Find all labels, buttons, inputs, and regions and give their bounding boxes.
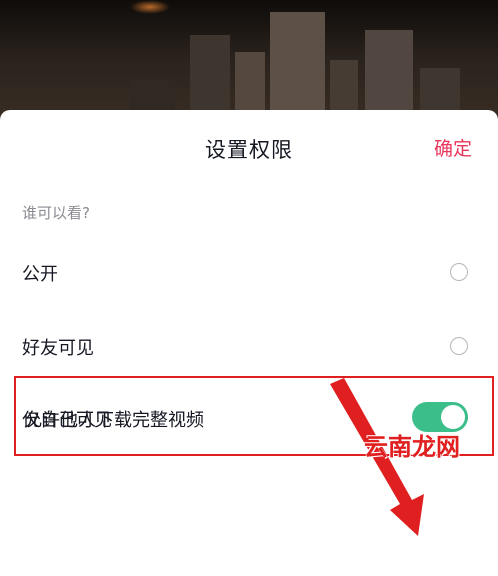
option-public[interactable]: 公开 xyxy=(0,242,498,302)
sheet-title: 设置权限 xyxy=(205,138,293,162)
sun-glow xyxy=(130,0,170,14)
radio-unchecked-icon[interactable] xyxy=(450,263,468,281)
option-label: 公开 xyxy=(22,264,58,285)
option-label: 好友可见 xyxy=(22,338,94,359)
allow-download-label: 允许他人下载完整视频 xyxy=(24,410,204,431)
who-can-view-label: 谁可以看? xyxy=(22,204,90,222)
radio-unchecked-icon[interactable] xyxy=(450,337,468,355)
toggle-knob xyxy=(441,405,465,429)
option-friends[interactable]: 好友可见 xyxy=(0,316,498,376)
watermark-text: 云南龙网 xyxy=(364,433,460,461)
permission-sheet: 设置权限 确定 谁可以看? 公开 好友可见 仅自己可见 xyxy=(0,110,498,576)
confirm-button[interactable]: 确定 xyxy=(434,134,472,161)
